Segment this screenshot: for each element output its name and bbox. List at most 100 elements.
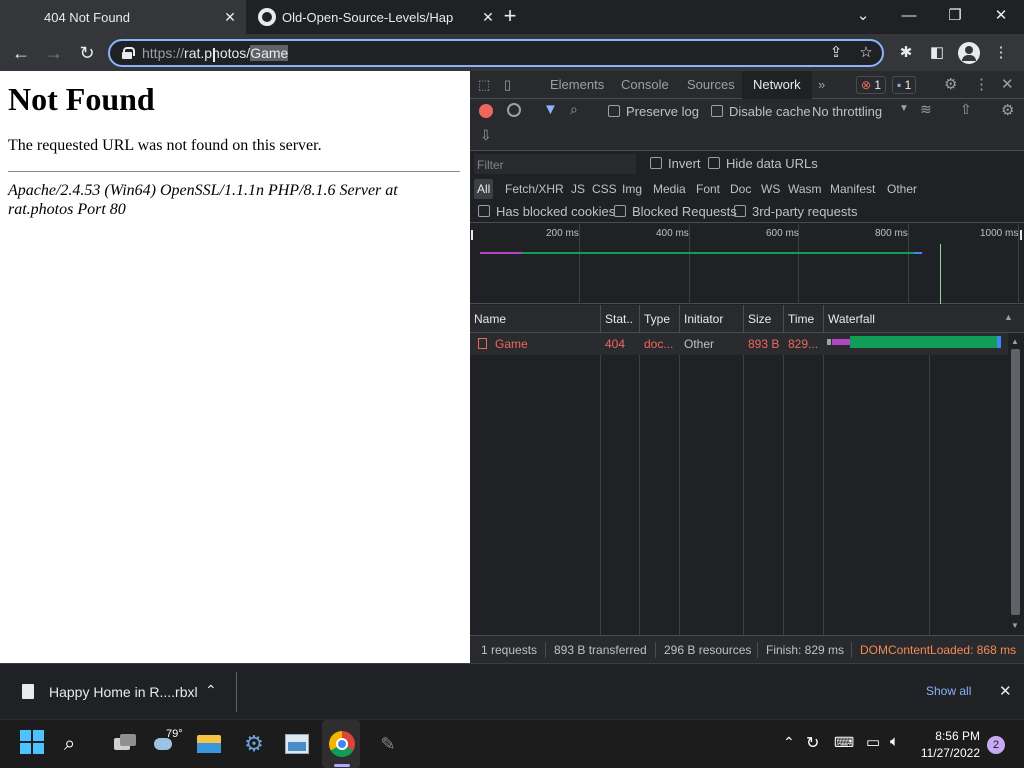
filter-icon[interactable]: ▼: [543, 101, 558, 118]
column-size[interactable]: Size: [744, 305, 784, 333]
column-time[interactable]: Time: [784, 305, 824, 333]
search-icon[interactable]: ⌕: [570, 101, 578, 118]
filter-type-wasm[interactable]: Wasm: [785, 179, 825, 199]
disable-cache-checkbox[interactable]: [711, 105, 723, 117]
sort-up-icon[interactable]: ▲: [1004, 312, 1013, 322]
network-settings-icon[interactable]: ⚙: [1001, 101, 1014, 119]
clock-time[interactable]: 8:56 PM: [924, 729, 980, 743]
filter-type-ws[interactable]: WS: [758, 179, 783, 199]
tab-search-chevron-icon[interactable]: ⌄: [851, 5, 875, 27]
column-name[interactable]: Name: [470, 305, 601, 333]
sync-status-icon[interactable]: ↻: [806, 733, 819, 753]
app-icon[interactable]: ✎: [374, 730, 402, 758]
reload-icon[interactable]: ↻: [76, 42, 98, 64]
photos-app-icon[interactable]: [283, 730, 311, 758]
overview-handle-left[interactable]: [471, 230, 473, 240]
column-waterfall[interactable]: Waterfall: [824, 305, 1008, 333]
tab-elements[interactable]: Elements: [550, 71, 604, 99]
settings-gear-icon[interactable]: ⚙: [944, 71, 957, 99]
filter-type-all[interactable]: All: [474, 179, 494, 199]
filter-type-media[interactable]: Media: [650, 179, 689, 199]
export-har-icon[interactable]: ⇩: [480, 127, 492, 144]
new-tab-icon[interactable]: +: [500, 5, 520, 27]
tab-github[interactable]: Old-Open-Source-Levels/Happy ✕: [252, 0, 494, 34]
dropdown-arrow-icon[interactable]: ▼: [899, 103, 909, 114]
weather-widget[interactable]: 79°: [152, 728, 183, 758]
column-initiator[interactable]: Initiator: [680, 305, 744, 333]
show-hidden-icons-icon[interactable]: ⌃: [783, 734, 795, 751]
filter-type-css[interactable]: CSS: [589, 179, 620, 199]
download-item-name[interactable]: Happy Home in R....rbxl: [49, 684, 198, 700]
file-explorer-icon[interactable]: [196, 730, 224, 758]
tab-404-not-found[interactable]: 404 Not Found ✕: [0, 0, 246, 34]
throttling-select[interactable]: No throttling: [812, 104, 882, 119]
overview-handle-right[interactable]: [1020, 230, 1022, 240]
volume-icon[interactable]: 🔈︎: [890, 733, 899, 750]
minimize-icon[interactable]: —: [897, 5, 921, 27]
forward-icon[interactable]: →: [43, 42, 65, 64]
filter-type-other[interactable]: Other: [884, 179, 920, 199]
close-window-icon[interactable]: ✕: [989, 5, 1013, 27]
error-badge[interactable]: ⊗ 1: [856, 76, 887, 94]
table-row[interactable]: Game 404 doc... Other 893 B 829...: [470, 333, 1022, 355]
filter-type-doc[interactable]: Doc: [727, 179, 754, 199]
profile-avatar-icon[interactable]: [958, 42, 980, 64]
back-icon[interactable]: ←: [10, 42, 32, 64]
close-devtools-icon[interactable]: ✕: [1001, 71, 1014, 99]
inspect-element-icon[interactable]: ⬚: [478, 71, 496, 99]
filter-type-fetch-xhr[interactable]: Fetch/XHR: [502, 179, 567, 199]
column-type[interactable]: Type: [640, 305, 680, 333]
extensions-puzzle-icon[interactable]: ✱: [896, 43, 916, 63]
message-badge[interactable]: ▪ 1: [892, 76, 917, 94]
device-toolbar-icon[interactable]: ▯: [504, 71, 522, 99]
filter-type-js[interactable]: JS: [568, 179, 588, 199]
record-icon[interactable]: [479, 104, 493, 118]
timeline-overview[interactable]: 200 ms 400 ms 600 ms 800 ms 1000 ms: [470, 224, 1024, 304]
tab-sources[interactable]: Sources: [687, 71, 735, 99]
windows-start-icon[interactable]: [20, 730, 48, 758]
menu-kebab-icon[interactable]: ⋮: [991, 43, 1011, 63]
network-conditions-icon[interactable]: ≋: [920, 101, 932, 118]
side-panel-icon[interactable]: ◧: [927, 43, 947, 63]
settings-gear-icon[interactable]: ⚙: [240, 730, 268, 758]
clear-icon[interactable]: [507, 103, 521, 117]
close-tab-icon[interactable]: ✕: [480, 9, 496, 25]
import-har-icon[interactable]: ⇧: [960, 101, 972, 118]
filter-type-img[interactable]: Img: [619, 179, 645, 199]
filter-type-manifest[interactable]: Manifest: [827, 179, 878, 199]
chevron-up-icon[interactable]: ⌃: [205, 682, 217, 699]
close-shelf-icon[interactable]: ✕: [999, 682, 1012, 700]
keyboard-icon[interactable]: ⌨: [834, 734, 854, 751]
third-party-checkbox[interactable]: [734, 205, 746, 217]
notification-badge[interactable]: 2: [987, 736, 1005, 754]
show-all-button[interactable]: Show all: [926, 684, 971, 698]
bookmark-star-icon[interactable]: ☆: [856, 43, 876, 63]
scrollbar-thumb[interactable]: [1011, 349, 1020, 615]
restore-icon[interactable]: ❐: [943, 5, 967, 27]
invert-checkbox[interactable]: [650, 157, 662, 169]
more-tabs-icon[interactable]: »: [818, 71, 825, 99]
table-scrollbar[interactable]: ▲ ▼: [1008, 333, 1022, 635]
clock-date[interactable]: 11/27/2022: [918, 746, 980, 760]
lock-icon[interactable]: [122, 47, 135, 59]
column-status[interactable]: Stat..: [601, 305, 640, 333]
task-view-icon[interactable]: [110, 730, 138, 758]
has-blocked-cookies-checkbox[interactable]: [478, 205, 490, 217]
search-icon[interactable]: ⌕: [64, 730, 92, 758]
hide-data-urls-checkbox[interactable]: [708, 157, 720, 169]
chrome-icon[interactable]: [328, 730, 356, 758]
scroll-up-icon[interactable]: ▲: [1011, 337, 1019, 346]
filter-input[interactable]: Filter: [474, 154, 636, 174]
blocked-requests-checkbox[interactable]: [614, 205, 626, 217]
tab-console[interactable]: Console: [621, 71, 669, 99]
devtools-menu-icon[interactable]: ⋮: [974, 71, 989, 99]
close-tab-icon[interactable]: ✕: [222, 9, 238, 25]
scroll-down-icon[interactable]: ▼: [1011, 621, 1019, 630]
tab-network[interactable]: Network: [742, 71, 812, 99]
url-text[interactable]: https://rat.photos/Game: [142, 45, 289, 61]
share-icon[interactable]: ⇪: [826, 43, 846, 63]
network-icon[interactable]: ▭: [866, 733, 880, 751]
preserve-log-checkbox[interactable]: [608, 105, 620, 117]
request-name[interactable]: Game: [491, 335, 599, 353]
address-bar[interactable]: https://rat.photos/Game: [108, 39, 884, 67]
